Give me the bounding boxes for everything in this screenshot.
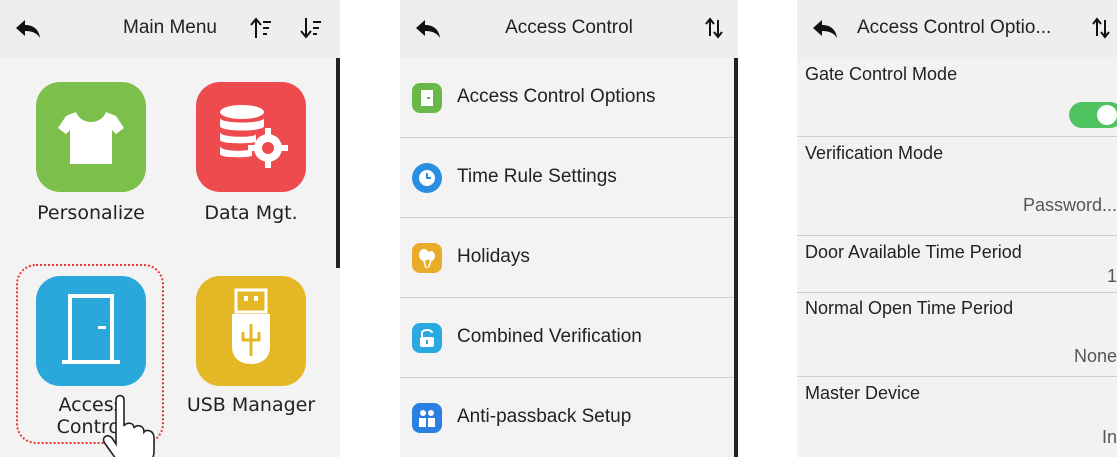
page-title: Access Control xyxy=(505,17,633,38)
usb-manager-tile[interactable] xyxy=(196,276,306,386)
sort-descending-icon[interactable] xyxy=(300,16,322,40)
access-control-title-bar: Access Control xyxy=(400,0,738,58)
gate-control-toggle[interactable] xyxy=(1069,102,1117,128)
list-item-label: Holidays xyxy=(457,246,530,267)
option-name: Gate Control Mode xyxy=(805,64,958,84)
list-item-label: Time Rule Settings xyxy=(457,166,617,187)
scrollbar[interactable] xyxy=(734,58,738,457)
list-item-label: Combined Verification xyxy=(457,326,642,347)
sort-ascending-icon[interactable] xyxy=(250,16,272,40)
option-name: Door Available Time Period xyxy=(805,242,1022,262)
list-item-access-control-options[interactable]: Access Control Options xyxy=(400,58,738,138)
back-arrow-icon[interactable] xyxy=(14,18,42,40)
list-item-label: Anti-passback Setup xyxy=(457,406,632,427)
scrollbar[interactable] xyxy=(336,58,340,268)
option-name: Verification Mode xyxy=(805,143,944,163)
back-arrow-icon[interactable] xyxy=(811,18,839,40)
option-value: None xyxy=(1073,346,1117,366)
usb-icon xyxy=(232,288,270,364)
access-control-options-screen: Access Control Optio... Gate Control Mod… xyxy=(797,0,1117,457)
access-control-screen: Access Control Access Control Options Ti… xyxy=(400,0,738,457)
list-item-label: Access Control Options xyxy=(457,86,656,107)
personalize-tile[interactable] xyxy=(36,82,146,192)
option-verification-mode[interactable]: Verification Mode Password... xyxy=(797,137,1117,236)
usb-manager-label: USB Manager xyxy=(186,394,316,416)
access-control-options-title-bar: Access Control Optio... xyxy=(797,0,1117,58)
clock-icon xyxy=(412,163,442,193)
list-item-holidays[interactable]: Holidays xyxy=(400,218,738,298)
toggle-knob xyxy=(1097,105,1117,125)
door-icon xyxy=(412,83,442,113)
page-title: Access Control Optio... xyxy=(857,17,1052,38)
option-door-available-time-period[interactable]: Door Available Time Period xyxy=(797,236,1117,284)
database-gear-icon xyxy=(220,105,288,168)
lock-icon xyxy=(412,323,442,353)
option-value: In xyxy=(1101,427,1117,447)
sort-toggle-icon[interactable] xyxy=(704,16,724,40)
list-item-combined-verification[interactable]: Combined Verification xyxy=(400,298,738,378)
option-value: Password... xyxy=(1022,195,1117,215)
list-item-anti-passback-setup[interactable]: Anti-passback Setup xyxy=(400,378,738,457)
main-menu-screen: Main Menu Personalize Data Mgt. Access C… xyxy=(0,0,340,457)
balloon-icon xyxy=(412,243,442,273)
tshirt-icon xyxy=(58,112,124,164)
tap-hand-icon xyxy=(102,394,155,457)
users-icon xyxy=(412,403,442,433)
list-item-time-rule-settings[interactable]: Time Rule Settings xyxy=(400,138,738,218)
main-menu-title-bar: Main Menu xyxy=(0,0,340,58)
access-control-list: Access Control Options Time Rule Setting… xyxy=(400,58,738,457)
option-gate-control-mode[interactable]: Gate Control Mode xyxy=(797,58,1117,137)
sort-toggle-icon[interactable] xyxy=(1091,16,1111,40)
data-mgt-label: Data Mgt. xyxy=(204,202,298,224)
option-name: Normal Open Time Period xyxy=(805,298,1014,318)
options-list: Gate Control Mode Verification Mode Pass… xyxy=(797,58,1117,457)
door-available-period-value: 1 xyxy=(1106,266,1117,286)
option-master-device[interactable]: Master Device In xyxy=(797,377,1117,457)
data-mgt-tile[interactable] xyxy=(196,82,306,192)
option-name: Master Device xyxy=(805,383,921,403)
main-menu-grid: Personalize Data Mgt. Access Control USB… xyxy=(0,58,340,457)
personalize-label: Personalize xyxy=(37,202,145,224)
option-normal-open-time-period[interactable]: Normal Open Time Period None xyxy=(797,292,1117,377)
